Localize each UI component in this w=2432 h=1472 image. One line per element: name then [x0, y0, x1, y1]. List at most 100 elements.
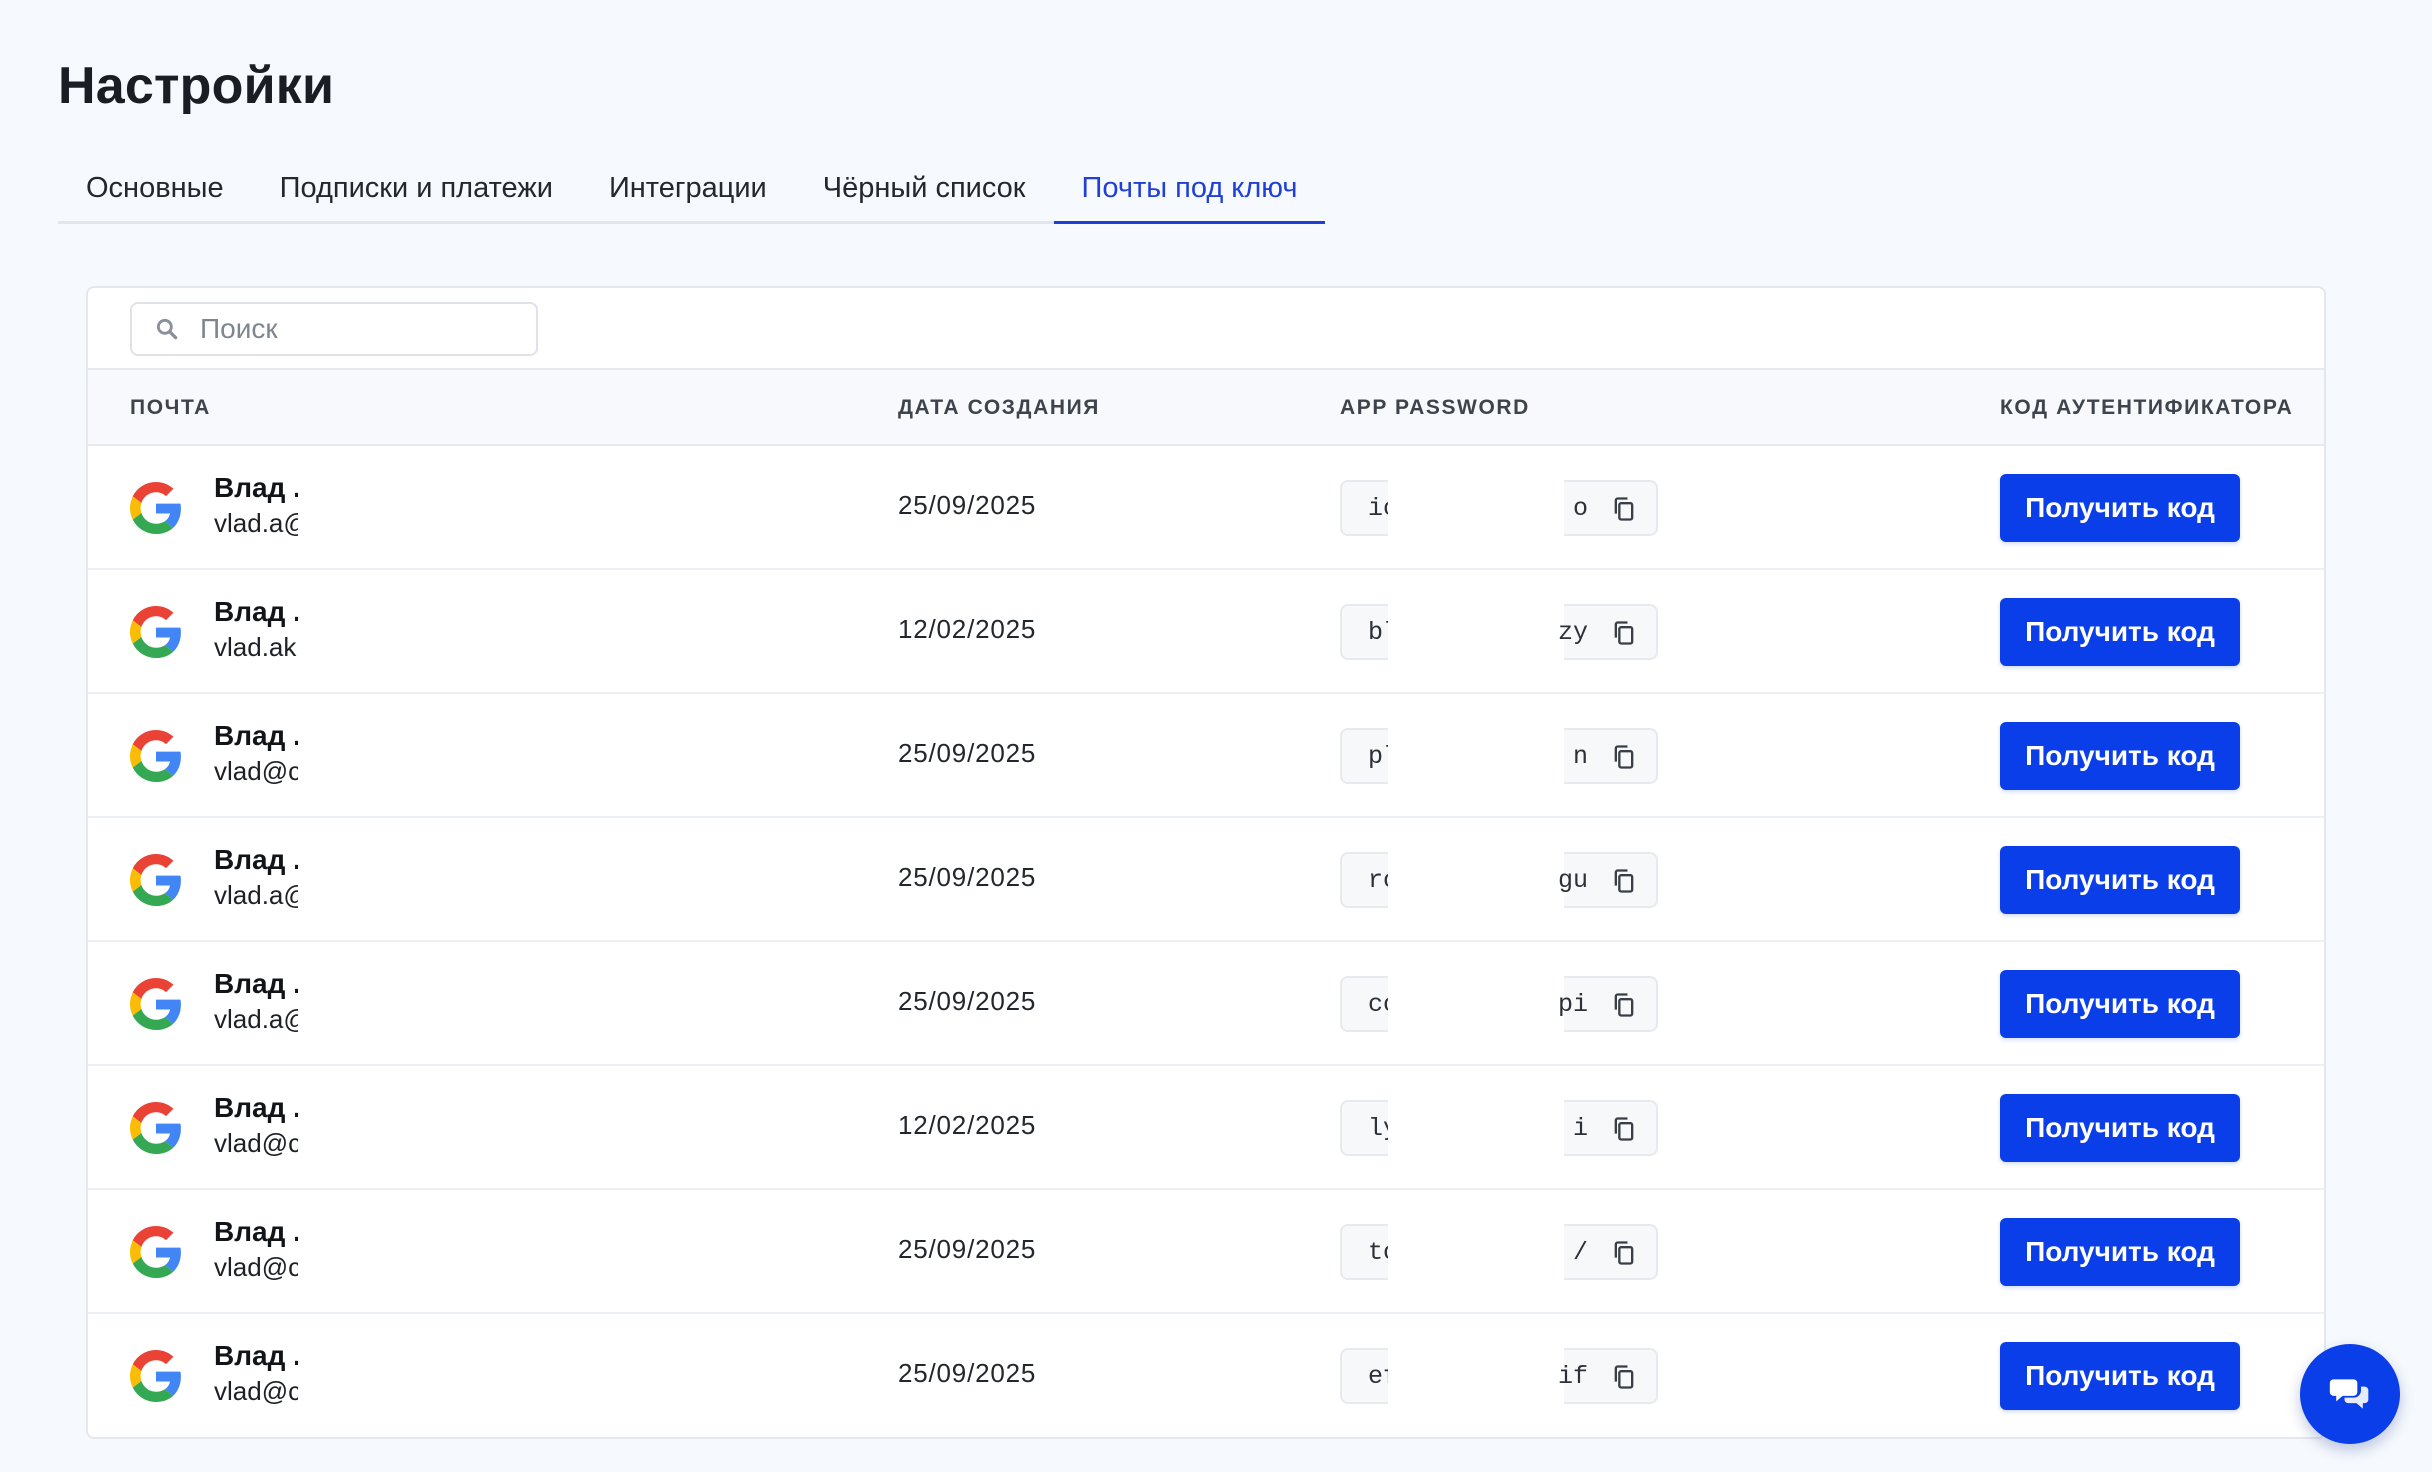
redaction-block	[298, 1190, 472, 1312]
created-date: 25/09/2025	[898, 986, 1037, 1016]
account-email: vlad.a@	[214, 1004, 300, 1034]
redaction-block	[1388, 850, 1564, 912]
redaction-block	[298, 446, 472, 568]
account-name: Влад .	[214, 844, 300, 875]
table-header: ПОЧТА ДАТА СОЗДАНИЯ APP PASSWORD КОД АУТ…	[88, 370, 2324, 446]
google-icon	[130, 1226, 181, 1278]
created-date: 25/09/2025	[898, 1234, 1037, 1264]
app-password-field: pl n	[1340, 726, 1658, 788]
table-row: Влад . vlad@c 12/02/2025 ly i Получить к…	[88, 1066, 2324, 1190]
column-header-created-date: ДАТА СОЗДАНИЯ	[898, 396, 1100, 419]
copy-icon[interactable]	[1610, 1115, 1638, 1143]
tab-integrations[interactable]: Интеграции	[581, 158, 795, 221]
account-email: vlad.ak	[214, 632, 297, 662]
redaction-block	[1388, 1098, 1564, 1160]
redaction-block	[1388, 602, 1564, 664]
app-password-field: ic o	[1340, 478, 1658, 540]
get-code-button[interactable]: Получить код	[2000, 598, 2240, 666]
copy-icon[interactable]	[1610, 991, 1638, 1019]
redaction-block	[298, 818, 472, 940]
chat-widget-button[interactable]	[2300, 1344, 2400, 1444]
search-input[interactable]	[200, 313, 520, 345]
redaction-block	[1388, 1222, 1564, 1284]
account-email: vlad@c	[214, 1376, 300, 1406]
account-name: Влад .	[214, 472, 300, 503]
redaction-block	[298, 1314, 472, 1437]
tab-subscriptions[interactable]: Подписки и платежи	[252, 158, 581, 221]
account-name: Влад .	[214, 968, 300, 999]
copy-icon[interactable]	[1610, 743, 1638, 771]
redaction-block	[298, 694, 472, 816]
get-code-button[interactable]: Получить код	[2000, 970, 2240, 1038]
app-password-field: co pi	[1340, 974, 1658, 1036]
created-date: 25/09/2025	[898, 738, 1037, 768]
tab-turnkey-mailboxes[interactable]: Почты под ключ	[1053, 158, 1326, 224]
app-password-end: pi	[1557, 990, 1588, 1019]
table-body: Влад . vlad.a@ 25/09/2025 ic o Получить …	[88, 446, 2324, 1437]
account-email: vlad@c	[214, 756, 300, 786]
app-password-end: zy	[1557, 618, 1588, 647]
account-name: Влад .	[214, 1216, 300, 1247]
copy-icon[interactable]	[1610, 495, 1638, 523]
app-password-end: i	[1572, 1114, 1588, 1143]
app-password-end: /	[1572, 1238, 1588, 1267]
settings-page: Настройки Основные Подписки и платежи Ин…	[0, 0, 2432, 1472]
column-header-email: ПОЧТА	[130, 396, 211, 419]
created-date: 12/02/2025	[898, 614, 1037, 644]
table-row: Влад . vlad@c 25/09/2025 ef if Получить …	[88, 1314, 2324, 1437]
redaction-block	[1388, 1346, 1564, 1408]
google-icon	[130, 978, 181, 1030]
table-row: Влад . vlad@c 25/09/2025 pl n Получить к…	[88, 694, 2324, 818]
app-password-field: to /	[1340, 1222, 1658, 1284]
column-header-authenticator-code: КОД АУТЕНТИФИКАТОРА	[2000, 396, 2294, 419]
google-icon	[130, 1102, 181, 1154]
account-name: Влад .	[214, 1340, 300, 1371]
app-password-field: ef if	[1340, 1346, 1658, 1408]
app-password-end: if	[1557, 1362, 1588, 1391]
tab-general[interactable]: Основные	[58, 158, 252, 221]
created-date: 25/09/2025	[898, 862, 1037, 892]
account-email: vlad@c	[214, 1252, 300, 1282]
app-password-end: o	[1572, 494, 1588, 523]
copy-icon[interactable]	[1610, 1363, 1638, 1391]
created-date: 12/02/2025	[898, 1110, 1037, 1140]
tab-blacklist[interactable]: Чёрный список	[795, 158, 1054, 221]
get-code-button[interactable]: Получить код	[2000, 846, 2240, 914]
get-code-button[interactable]: Получить код	[2000, 722, 2240, 790]
account-name: Влад .	[214, 720, 300, 751]
app-password-end: n	[1572, 742, 1588, 771]
redaction-block	[298, 1066, 472, 1188]
settings-tabs: Основные Подписки и платежи Интеграции Ч…	[58, 158, 1326, 224]
account-name: Влад .	[214, 1092, 300, 1123]
get-code-button[interactable]: Получить код	[2000, 1342, 2240, 1410]
app-password-field: ro gu	[1340, 850, 1658, 912]
redaction-block	[298, 570, 472, 692]
redaction-block	[1388, 974, 1564, 1036]
google-icon	[130, 1350, 181, 1402]
table-row: Влад . vlad.a@ 25/09/2025 ro gu Получить…	[88, 818, 2324, 942]
created-date: 25/09/2025	[898, 490, 1037, 520]
get-code-button[interactable]: Получить код	[2000, 474, 2240, 542]
page-title: Настройки	[58, 57, 335, 115]
created-date: 25/09/2025	[898, 1358, 1037, 1388]
redaction-block	[298, 942, 472, 1064]
account-email: vlad.a@	[214, 508, 300, 538]
redaction-block	[1388, 726, 1564, 788]
table-row: Влад . vlad.a@ 25/09/2025 ic o Получить …	[88, 446, 2324, 570]
app-password-field: bl zy	[1340, 602, 1658, 664]
copy-icon[interactable]	[1610, 619, 1638, 647]
column-header-app-password: APP PASSWORD	[1340, 396, 1530, 419]
search-box[interactable]	[130, 302, 538, 356]
app-password-end: gu	[1557, 866, 1588, 895]
search-bar	[88, 288, 2324, 370]
table-row: Влад . vlad@c 25/09/2025 to / Получить к…	[88, 1190, 2324, 1314]
account-name: Влад .	[214, 596, 300, 627]
redaction-block	[1388, 478, 1564, 540]
get-code-button[interactable]: Получить код	[2000, 1094, 2240, 1162]
search-icon	[156, 318, 178, 340]
get-code-button[interactable]: Получить код	[2000, 1218, 2240, 1286]
copy-icon[interactable]	[1610, 1239, 1638, 1267]
google-icon	[130, 606, 181, 658]
account-email: vlad.a@	[214, 880, 300, 910]
copy-icon[interactable]	[1610, 867, 1638, 895]
